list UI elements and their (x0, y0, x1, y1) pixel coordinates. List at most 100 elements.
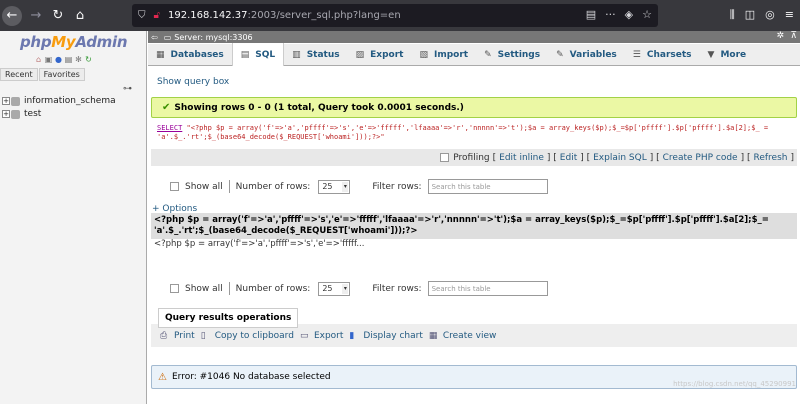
tab-export[interactable]: ▨ Export (348, 44, 412, 66)
arrow-right-icon: → (30, 8, 42, 23)
arrow-left-icon: ← (6, 8, 18, 23)
reload-button[interactable]: ↻ (50, 8, 66, 24)
show-all-checkbox[interactable] (170, 182, 179, 191)
result-cell[interactable]: <?php $p = array('f'=>'a','pffff'=>'s','… (154, 239, 364, 249)
chart-icon: ▮ (349, 330, 355, 341)
tab-variables[interactable]: ✎ Variables (548, 44, 625, 66)
filter-rows-input[interactable]: Search this table (427, 179, 548, 194)
sql-code: SELECT "<?php $p = array('f'=>'a','pffff… (157, 124, 797, 142)
query-results-operations-title: Query results operations (158, 308, 299, 328)
logout-icon[interactable]: ▣ (44, 55, 53, 64)
clipboard-icon: ▯ (200, 330, 206, 341)
number-of-rows-select[interactable]: 25 ▾ (318, 281, 351, 296)
chevron-down-icon: ▾ (342, 181, 349, 192)
tab-databases[interactable]: ▦ Databases (148, 44, 232, 66)
url-path: :2003/server_sql.php?lang=en (247, 10, 401, 21)
tab-more[interactable]: ▼ More (700, 44, 755, 66)
profiling-label: Profiling (453, 152, 490, 163)
database-icon (11, 96, 20, 106)
tab-status[interactable]: ▥ Status (284, 44, 347, 66)
url-bar[interactable]: ⛉ 🔓︎ 192.168.142.37 :2003/server_sql.php… (132, 4, 658, 27)
edit-link[interactable]: Edit (560, 153, 577, 163)
filter-rows-input[interactable]: Search this table (427, 281, 548, 296)
tab-sql[interactable]: ▤ SQL (231, 43, 285, 66)
create-view-link[interactable]: ▦ Create view (429, 331, 497, 341)
home-icon[interactable]: ⌂ (34, 55, 43, 64)
sql-keyword[interactable]: SELECT (157, 124, 182, 132)
watermark: https://blog.csdn.net/qq_45290991 (673, 380, 796, 388)
docs-icon[interactable]: ▤ (64, 55, 73, 64)
expand-icon[interactable]: + (2, 97, 10, 105)
export-icon: ▭ (299, 330, 309, 341)
db-item-test[interactable]: + test (2, 109, 41, 119)
tab-settings[interactable]: ✎ Settings (476, 44, 548, 66)
menu-icon[interactable]: ≡ (785, 8, 794, 22)
sidebar-toggle-icon[interactable]: ◫ (745, 8, 755, 22)
warning-icon: ⚠ (158, 371, 167, 383)
link-icon[interactable]: ⊶ (123, 84, 132, 94)
settings-icon: ✎ (484, 49, 492, 60)
collapse-icon[interactable]: ⇦ (151, 33, 158, 42)
phpmyadmin-logo[interactable]: phpMyAdmin (20, 33, 128, 51)
sql-text: "<?php $p = array('f'=>'a','pffff'=>'s',… (157, 124, 773, 141)
print-link[interactable]: ⎙ Print (160, 331, 195, 341)
forward-button[interactable]: → (28, 8, 44, 24)
import-icon: ▧ (419, 49, 428, 60)
table-navigation-top: Show all Number of rows: 25 ▾ Filter rows… (170, 179, 548, 194)
gear-icon[interactable]: ✲ (776, 31, 784, 41)
explain-sql-link[interactable]: Explain SQL (593, 153, 647, 163)
tab-favorites[interactable]: Favorites (38, 68, 85, 81)
charsets-icon: ☰ (632, 49, 641, 60)
export-link[interactable]: ▭ Export (300, 331, 343, 341)
number-of-rows-select[interactable]: 25 ▾ (318, 179, 351, 194)
number-of-rows-label: Number of rows: (235, 181, 311, 192)
profiling-checkbox[interactable] (440, 153, 450, 162)
navigation-panel: phpMyAdmin ⌂ ▣ ● ▤ ✻ ↻ Recent Favorites … (0, 31, 147, 404)
chevron-down-icon: ▼ (707, 49, 715, 60)
scroll-top-icon[interactable]: ⊼ (790, 31, 797, 41)
display-chart-link[interactable]: ▮ Display chart (349, 331, 422, 341)
refresh-link[interactable]: Refresh (753, 153, 787, 163)
shield-icon: ⛉ (138, 10, 146, 21)
filter-rows-label: Filter rows: (372, 181, 422, 192)
help-icon[interactable]: ● (54, 55, 63, 64)
copy-to-clipboard-link[interactable]: ▯ Copy to clipboard (201, 331, 294, 341)
page-actions-icon[interactable]: ··· (605, 8, 616, 21)
tab-import[interactable]: ▧ Import (411, 44, 476, 66)
check-icon: ✔ (162, 102, 171, 113)
db-name[interactable]: test (24, 109, 41, 119)
db-name[interactable]: information_schema (24, 96, 116, 106)
table-navigation-bottom: Show all Number of rows: 25 ▾ Filter rows… (170, 281, 548, 296)
filter-rows-label: Filter rows: (372, 283, 422, 294)
tab-recent[interactable]: Recent (0, 68, 38, 81)
edit-inline-link[interactable]: Edit inline (499, 153, 544, 163)
library-icon[interactable]: ⫼ (730, 8, 735, 22)
chevron-down-icon: ▾ (342, 283, 349, 294)
view-icon: ▦ (428, 330, 438, 341)
show-query-box-link[interactable]: Show query box (157, 77, 229, 87)
number-of-rows-label: Number of rows: (235, 283, 311, 294)
result-column-header[interactable]: <?php $p = array('f'=>'a','pffff'=>'s','… (151, 213, 797, 239)
show-all-label: Show all (185, 283, 223, 294)
server-label[interactable]: Server: mysql:3306 (174, 33, 252, 42)
tab-charsets[interactable]: ☰ Charsets (625, 44, 700, 66)
expand-icon[interactable]: + (2, 110, 10, 118)
reload-icon[interactable]: ↻ (84, 55, 93, 64)
account-icon[interactable]: ◎ (765, 8, 775, 22)
sql-icon: ▤ (240, 49, 250, 60)
reload-icon: ↻ (52, 8, 64, 23)
browser-toolbar: ← → ↻ ⌂ ⛉ 🔓︎ 192.168.142.37 :2003/server… (0, 0, 800, 31)
create-php-code-link[interactable]: Create PHP code (663, 153, 738, 163)
server-icon: ▭ (163, 32, 172, 42)
home-button[interactable]: ⌂ (72, 8, 88, 24)
top-menu-tabs: ▦ Databases ▤ SQL ▥ Status ▨ Export ▧ Import … (148, 43, 800, 66)
db-item-information-schema[interactable]: + information_schema (2, 96, 116, 106)
home-icon: ⌂ (75, 8, 85, 23)
show-all-checkbox[interactable] (170, 284, 179, 293)
pocket-icon[interactable]: ◈ (625, 8, 633, 21)
query-actions-bar: Profiling [Edit inline] [ Edit] [ Explai… (151, 149, 797, 166)
reader-view-icon[interactable]: ▤ (586, 8, 596, 21)
bookmark-star-icon[interactable]: ☆ (642, 8, 652, 21)
back-button[interactable]: ← (2, 5, 22, 26)
settings-icon[interactable]: ✻ (74, 55, 83, 64)
